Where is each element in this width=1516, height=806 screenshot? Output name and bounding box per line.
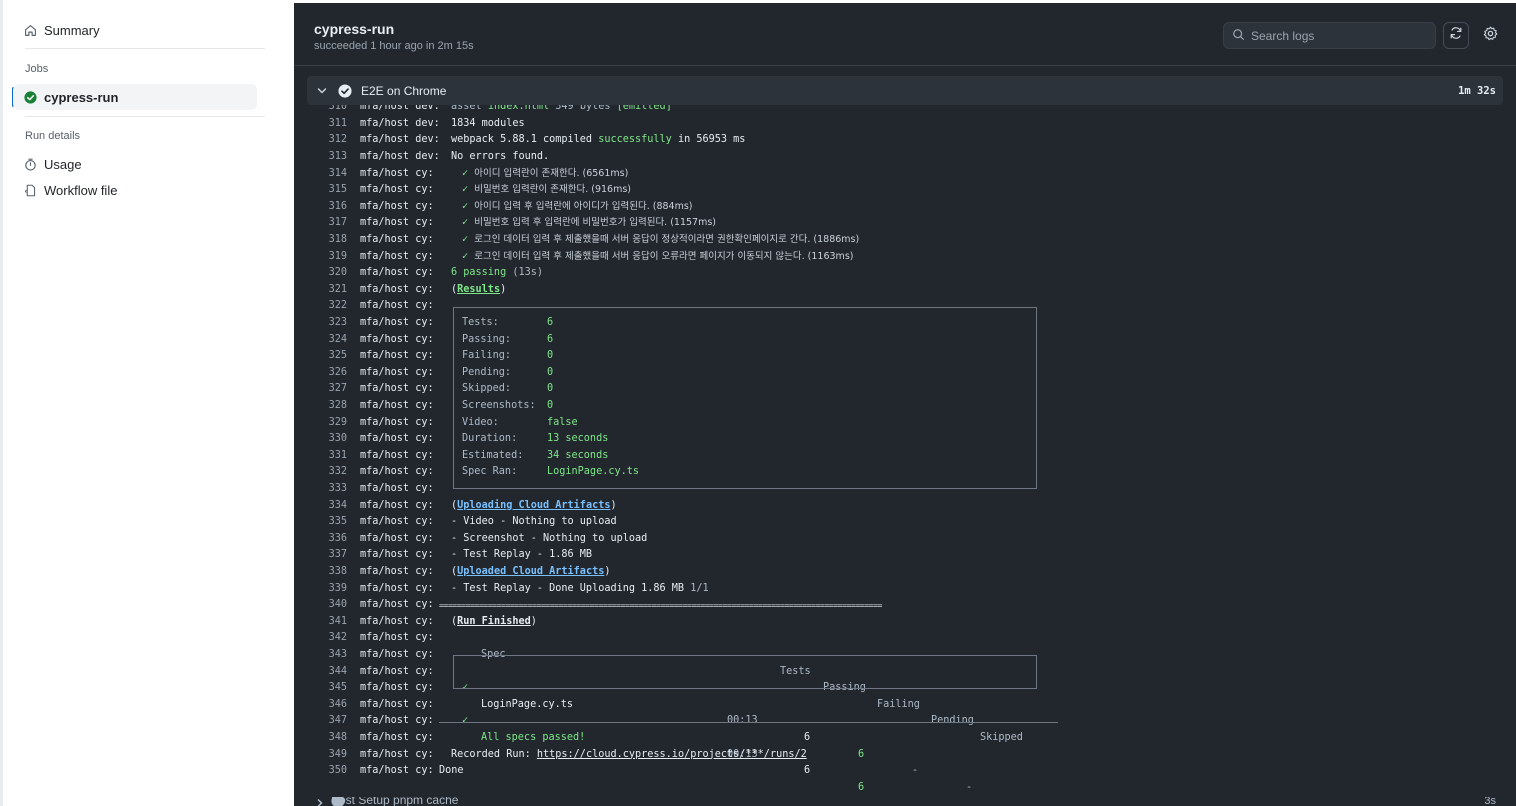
run-header: cypress-run succeeded 1 hour ago in 2m 1… (294, 3, 1516, 66)
sidebar-item-label: Workflow file (44, 182, 118, 198)
chevron-right-icon[interactable] (315, 797, 325, 806)
recorded-run-link[interactable]: https://cloud.cypress.io/projects/***/ru… (537, 749, 807, 760)
log-line: 315 mfa/host cy: ✓ 비밀번호 입력란이 존재한다. (916ms) (328, 184, 631, 196)
step-duration: 1m 32s (1458, 84, 1496, 97)
settings-button[interactable] (1477, 22, 1503, 49)
sidebar-item-summary[interactable]: Summary (13, 17, 257, 43)
sidebar-item-label: Summary (44, 22, 100, 38)
sidebar-item-label: cypress-run (44, 89, 119, 105)
check-circle-icon (337, 83, 352, 98)
run-details-heading: Run details (25, 130, 81, 142)
log-line: 335 mfa/host cy: - Video - Nothing to uplo… (328, 516, 617, 528)
log-line: 339 mfa/host cy: - Test Replay - Done Uplo… (328, 582, 709, 594)
log-output: 310 mfa/host dev: asset index.html 349 byt… (294, 105, 1516, 795)
chevron-down-icon[interactable] (315, 84, 329, 98)
log-line: 311 mfa/host dev: 1834 modules (328, 117, 525, 129)
stopwatch-icon (23, 157, 37, 171)
refresh-button[interactable] (1443, 22, 1469, 49)
sidebar-item-job[interactable]: cypress-run (13, 84, 257, 110)
log-line: 334 mfa/host cy: (Uploading Cloud Artifact… (328, 499, 617, 511)
log-line: 314 mfa/host cy: ✓ 아이디 입력란이 존재한다. (6561ms) (328, 167, 629, 179)
log-line: 319 mfa/host cy: ✓ 로그인 데이터 입력 후 제출했을때 서버 응… (328, 250, 854, 262)
search-box[interactable] (1223, 22, 1436, 49)
log-line: 313 mfa/host dev: No errors found. (328, 151, 550, 162)
step-name: Post Setup pnpm cache (331, 797, 459, 806)
log-line: 349 mfa/host cy: Recorded Run: https://clo… (328, 748, 807, 760)
log-line: 348 mfa/host cy: (328, 732, 434, 743)
log-line: 320 mfa/host cy: 6 passing (13s) (328, 267, 544, 279)
step-name: E2E on Chrome (361, 83, 447, 98)
log-line: 321 mfa/host cy: (Results) (328, 283, 507, 295)
results-box (453, 307, 1037, 489)
log-line: 342 mfa/host cy: Spec Tests Passing Faili… (328, 632, 1023, 743)
gear-icon (1483, 26, 1498, 46)
step-header[interactable]: E2E on Chrome 1m 32s (307, 76, 1503, 105)
sidebar-item-workflow-file[interactable]: Workflow file (13, 177, 257, 203)
step-duration: 3s (1484, 797, 1496, 806)
log-line: 317 mfa/host cy: ✓ 비밀번호 입력 후 입력란에 비밀번호가 입력… (328, 217, 717, 229)
sidebar-item-usage[interactable]: Usage (13, 151, 257, 177)
search-icon (1232, 28, 1245, 44)
divider (25, 48, 265, 49)
log-line: 346 mfa/host cy: ✓ All specs passed! 00:1… (328, 698, 865, 793)
jobs-heading: Jobs (25, 63, 49, 75)
file-code-icon (23, 183, 37, 197)
log-line: 337 mfa/host cy: - Test Replay - 1.86 MB (328, 549, 593, 561)
next-step-header[interactable]: Post Setup pnpm cache 3s (307, 797, 1503, 806)
log-panel: cypress-run succeeded 1 hour ago in 2m 1… (294, 3, 1516, 806)
log-line: 312 mfa/host dev: webpack 5.88.1 compiled … (328, 134, 746, 146)
log-line: 318 mfa/host cy: ✓ 로그인 데이터 입력 후 제출했을때 서버 응… (328, 234, 860, 245)
sidebar-item-label: Usage (44, 156, 82, 172)
log-line: 341 mfa/host cy: (Run Finished) (328, 615, 537, 627)
log-line: 338 mfa/host cy: (Uploaded Cloud Artifacts… (328, 566, 611, 577)
check-circle-icon (23, 90, 37, 104)
page-title: cypress-run (314, 21, 395, 37)
log-line: 340 mfa/host cy: =========================… (328, 599, 883, 611)
home-icon (23, 23, 37, 37)
search-input[interactable] (1251, 28, 1431, 43)
log-line: 336 mfa/host cy: - Screenshot - Nothing to… (328, 532, 648, 544)
spec-box (453, 655, 1037, 689)
sidebar: Summary Jobs cypress-run Run details Usa… (0, 0, 294, 806)
log-line: 310 mfa/host dev: asset index.html 349 byt… (328, 105, 672, 112)
log-line: 350 mfa/host cy: Done (328, 765, 464, 777)
run-status: succeeded 1 hour ago in 2m 15s (314, 40, 474, 52)
log-line: 316 mfa/host cy: ✓ 아이디 입력 후 입력란에 아이디가 입력된다… (328, 200, 693, 212)
sync-icon (1449, 26, 1463, 45)
divider (439, 722, 1058, 723)
divider (25, 116, 265, 117)
